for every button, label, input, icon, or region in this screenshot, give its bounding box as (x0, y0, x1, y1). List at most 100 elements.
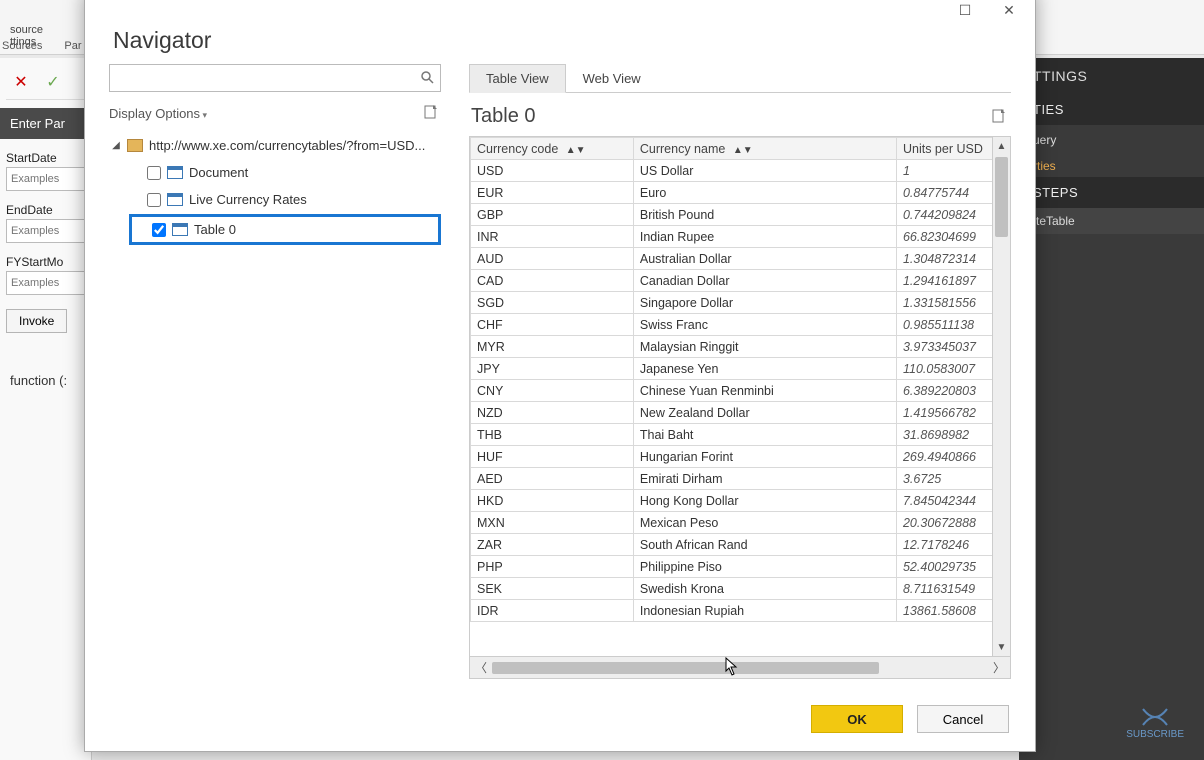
horizontal-scrollbar[interactable]: 〈 〉 (469, 657, 1011, 679)
table-cell: GBP (471, 204, 634, 226)
applied-steps-header: STEPS (1019, 177, 1204, 208)
table-cell: Indonesian Rupiah (633, 600, 896, 622)
tree-item[interactable]: Live Currency Rates (129, 186, 441, 213)
table-row[interactable]: AEDEmirati Dirham3.67250. (471, 468, 993, 490)
tree-item[interactable]: Document (129, 159, 441, 186)
table-cell: MXN (471, 512, 634, 534)
table-cell: ZAR (471, 534, 634, 556)
table-cell: 13861.58608 (896, 600, 992, 622)
table-cell: INR (471, 226, 634, 248)
scroll-down-icon[interactable]: ▼ (993, 638, 1010, 656)
table-cell: CAD (471, 270, 634, 292)
tab-table-view[interactable]: Table View (469, 64, 566, 93)
refresh-icon[interactable] (423, 104, 441, 122)
fystartmo-input[interactable] (6, 271, 85, 295)
table-cell: 110.0583007 (896, 358, 992, 380)
applied-step[interactable]: teTable (1019, 208, 1204, 234)
table-cell: Malaysian Ringgit (633, 336, 896, 358)
table-cell: Thai Baht (633, 424, 896, 446)
table-cell: Hong Kong Dollar (633, 490, 896, 512)
ribbon-label: source (10, 24, 43, 36)
column-header[interactable]: Currency code ▲▼ (471, 138, 634, 160)
sort-icon[interactable]: ▲▼ (566, 145, 586, 156)
table-row[interactable]: HKDHong Kong Dollar7.8450423440. (471, 490, 993, 512)
param-label: EndDate (6, 203, 85, 217)
table-cell: THB (471, 424, 634, 446)
enddate-input[interactable] (6, 219, 85, 243)
table-row[interactable]: USDUS Dollar1 (471, 160, 993, 182)
table-row[interactable]: AUDAustralian Dollar1.3048723140. (471, 248, 993, 270)
scroll-right-icon[interactable]: 〉 (988, 659, 1010, 676)
edit-icon[interactable] (991, 108, 1009, 126)
scroll-up-icon[interactable]: ▲ (993, 137, 1010, 155)
table-cell: JPY (471, 358, 634, 380)
table-cell: SGD (471, 292, 634, 314)
ribbon-label: Par (64, 40, 81, 52)
search-input[interactable] (109, 64, 441, 92)
maximize-button[interactable]: ☐ (943, 0, 987, 24)
table-row[interactable]: SGDSingapore Dollar1.3315815560. (471, 292, 993, 314)
table-cell: AED (471, 468, 634, 490)
table-row[interactable]: NZDNew Zealand Dollar1.4195667820. (471, 402, 993, 424)
apply-icon[interactable]: ✓ (42, 71, 64, 93)
section-header: Enter Par (0, 108, 91, 139)
table-cell: Emirati Dirham (633, 468, 896, 490)
close-button[interactable]: ✕ (987, 0, 1031, 24)
caret-down-icon[interactable]: ◢ (111, 140, 121, 151)
column-label: Currency name (640, 142, 725, 156)
table-row[interactable]: INRIndian Rupee66.823046990. (471, 226, 993, 248)
table-cell: 1.419566782 (896, 402, 992, 424)
table-row[interactable]: THBThai Baht31.86989820. (471, 424, 993, 446)
dialog-title: Navigator (85, 27, 1035, 64)
table-cell: 20.30672888 (896, 512, 992, 534)
param-label: StartDate (6, 151, 85, 165)
table-row[interactable]: IDRIndonesian Rupiah13861.58608 (471, 600, 993, 622)
table-row[interactable]: EUREuro0.847757441 (471, 182, 993, 204)
table-cell: 3.973345037 (896, 336, 992, 358)
table-cell: Australian Dollar (633, 248, 896, 270)
column-header[interactable]: Currency name ▲▼ (633, 138, 896, 160)
tree-root[interactable]: ◢ http://www.xe.com/currencytables/?from… (109, 132, 441, 159)
tab-web-view[interactable]: Web View (566, 64, 658, 92)
table-row[interactable]: SEKSwedish Krona8.711631549 (471, 578, 993, 600)
startdate-input[interactable] (6, 167, 85, 191)
properties-header: TIES (1019, 94, 1204, 125)
table-cell: CHF (471, 314, 634, 336)
table-row[interactable]: HUFHungarian Forint269.49408660. (471, 446, 993, 468)
tree-item[interactable]: Table 0 (129, 214, 441, 245)
table-row[interactable]: JPYJapanese Yen110.05830070. (471, 358, 993, 380)
table-row[interactable]: MXNMexican Peso20.306728880. (471, 512, 993, 534)
table-row[interactable]: MYRMalaysian Ringgit3.9733450370. (471, 336, 993, 358)
tree-checkbox[interactable] (147, 193, 161, 207)
display-options-dropdown[interactable]: Display Options (109, 106, 207, 121)
table-row[interactable]: GBPBritish Pound0.7442098241 (471, 204, 993, 226)
right-panel: TTINGS TIES uery rties STEPS teTable (1019, 58, 1204, 760)
grid-table: Currency code ▲▼Currency name ▲▼Units pe… (470, 137, 992, 622)
function-text: function (: (6, 373, 85, 388)
table-row[interactable]: CADCanadian Dollar1.2941618970. (471, 270, 993, 292)
search-icon[interactable] (419, 69, 435, 85)
table-cell: MYR (471, 336, 634, 358)
vertical-scrollbar[interactable]: ▲ ▼ (992, 137, 1010, 656)
preview-title: Table 0 (471, 105, 536, 128)
scroll-thumb[interactable] (995, 157, 1008, 237)
column-label: Units per USD (903, 142, 983, 156)
scroll-thumb[interactable] (492, 662, 879, 674)
ok-button[interactable]: OK (811, 705, 903, 733)
column-header[interactable]: Units per USD ▲▼ (896, 138, 992, 160)
navigator-left: Display Options ◢ http://www.xe.com/curr… (109, 64, 441, 679)
table-row[interactable]: CNYChinese Yuan Renminbi6.3892208030. (471, 380, 993, 402)
cancel-button[interactable]: Cancel (917, 705, 1009, 733)
discard-icon[interactable]: ✕ (10, 71, 32, 93)
tree-checkbox[interactable] (152, 223, 166, 237)
table-cell: Swedish Krona (633, 578, 896, 600)
all-properties-link[interactable]: rties (1019, 155, 1204, 177)
scroll-left-icon[interactable]: 〈 (470, 659, 492, 676)
table-row[interactable]: CHFSwiss Franc0.9855111381 (471, 314, 993, 336)
table-row[interactable]: ZARSouth African Rand12.7178246 (471, 534, 993, 556)
table-icon (167, 193, 183, 206)
tree-checkbox[interactable] (147, 166, 161, 180)
table-row[interactable]: PHPPhilippine Piso52.400297350. (471, 556, 993, 578)
invoke-button[interactable]: Invoke (6, 309, 67, 333)
sort-icon[interactable]: ▲▼ (733, 145, 753, 156)
